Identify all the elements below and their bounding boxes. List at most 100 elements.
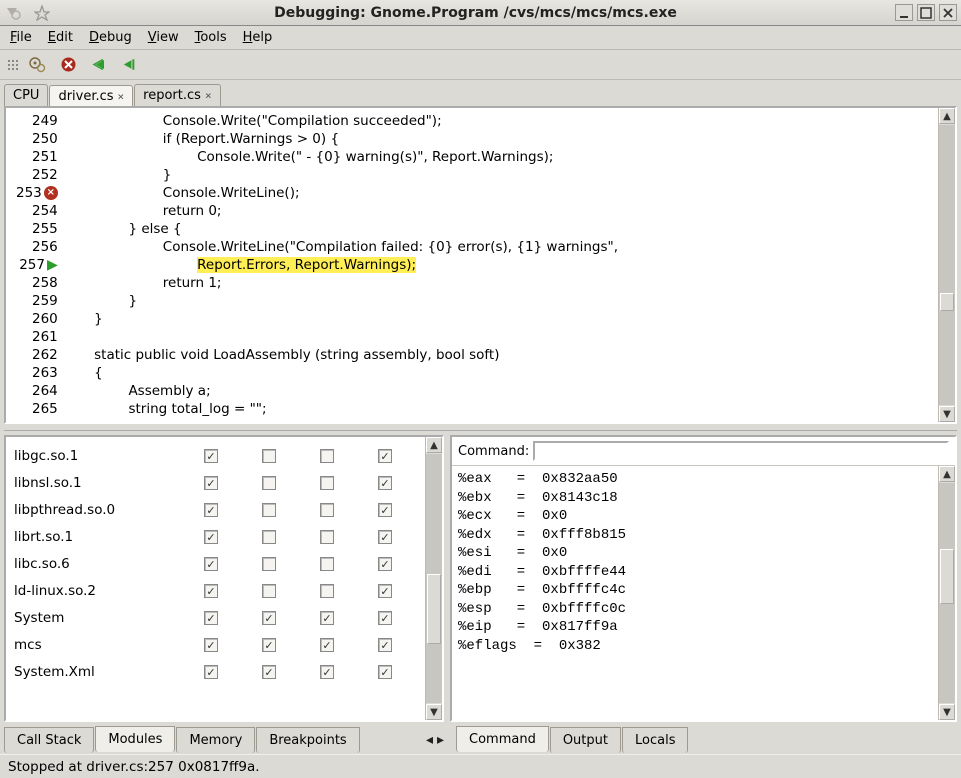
- tab-driver-cs[interactable]: driver.cs×: [49, 85, 133, 107]
- checkbox[interactable]: [262, 530, 276, 544]
- app-menu-icon[interactable]: [4, 4, 24, 22]
- checkbox[interactable]: ✓: [204, 530, 218, 544]
- scroll-down-icon[interactable]: ▼: [939, 704, 955, 720]
- checkbox[interactable]: ✓: [262, 611, 276, 625]
- editor-scrollbar[interactable]: ▲ ▼: [938, 108, 955, 422]
- sticky-icon[interactable]: [32, 4, 52, 22]
- chevron-right-icon[interactable]: ▸: [435, 732, 446, 748]
- checkbox[interactable]: [262, 503, 276, 517]
- tab-scroll-nav[interactable]: ◂▸: [424, 732, 450, 748]
- code-line[interactable]: } else {: [60, 220, 955, 238]
- checkbox[interactable]: ✓: [378, 638, 392, 652]
- checkbox[interactable]: ✓: [204, 584, 218, 598]
- code-line[interactable]: static public void LoadAssembly (string …: [60, 346, 955, 364]
- toolbar-grip[interactable]: [8, 54, 18, 76]
- menu-help[interactable]: Help: [243, 30, 273, 45]
- table-row[interactable]: libc.so.6✓✓: [6, 551, 425, 578]
- checkbox[interactable]: [320, 476, 334, 490]
- tab-output[interactable]: Output: [550, 727, 621, 753]
- code-line[interactable]: Report.Errors, Report.Warnings);: [60, 256, 955, 274]
- chevron-left-icon[interactable]: ◂: [424, 732, 435, 748]
- table-row[interactable]: System✓✓✓✓: [6, 605, 425, 632]
- code-line[interactable]: }: [60, 292, 955, 310]
- close-button[interactable]: [939, 4, 957, 21]
- checkbox[interactable]: ✓: [378, 665, 392, 679]
- tab-locals[interactable]: Locals: [622, 727, 688, 753]
- table-row[interactable]: System.Xml✓✓✓✓: [6, 659, 425, 686]
- checkbox[interactable]: ✓: [262, 638, 276, 652]
- table-row[interactable]: mcs✓✓✓✓: [6, 632, 425, 659]
- code-line[interactable]: }: [60, 166, 955, 184]
- code-editor[interactable]: 249250251252253×254255256257▶25825926026…: [4, 106, 957, 424]
- checkbox[interactable]: [320, 503, 334, 517]
- command-scrollbar[interactable]: ▲ ▼: [938, 466, 955, 720]
- code-line[interactable]: Assembly a;: [60, 382, 955, 400]
- checkbox[interactable]: ✓: [378, 449, 392, 463]
- checkbox[interactable]: ✓: [320, 611, 334, 625]
- code-line[interactable]: return 0;: [60, 202, 955, 220]
- modules-scrollbar[interactable]: ▲ ▼: [425, 437, 442, 720]
- table-row[interactable]: libpthread.so.0✓✓: [6, 497, 425, 524]
- table-row[interactable]: librt.so.1✓✓: [6, 524, 425, 551]
- checkbox[interactable]: ✓: [262, 665, 276, 679]
- close-icon[interactable]: ×: [205, 89, 212, 102]
- checkbox[interactable]: [320, 584, 334, 598]
- checkbox[interactable]: [320, 557, 334, 571]
- step-into-icon[interactable]: [88, 53, 111, 76]
- checkbox[interactable]: ✓: [204, 557, 218, 571]
- checkbox[interactable]: ✓: [204, 665, 218, 679]
- code-line[interactable]: return 1;: [60, 274, 955, 292]
- menu-debug[interactable]: Debug: [89, 30, 132, 45]
- close-icon[interactable]: ×: [118, 90, 125, 103]
- checkbox[interactable]: [262, 584, 276, 598]
- scroll-up-icon[interactable]: ▲: [426, 437, 442, 453]
- scroll-up-icon[interactable]: ▲: [939, 466, 955, 482]
- breakpoint-icon[interactable]: ×: [44, 186, 58, 200]
- menu-file[interactable]: File: [10, 30, 32, 45]
- tab-memory[interactable]: Memory: [176, 727, 255, 753]
- tab-modules[interactable]: Modules: [95, 726, 175, 752]
- checkbox[interactable]: ✓: [378, 584, 392, 598]
- menu-tools[interactable]: Tools: [195, 30, 227, 45]
- table-row[interactable]: libnsl.so.1✓✓: [6, 470, 425, 497]
- checkbox[interactable]: ✓: [204, 476, 218, 490]
- tab-cpu[interactable]: CPU: [4, 84, 48, 106]
- checkbox[interactable]: ✓: [378, 557, 392, 571]
- checkbox[interactable]: ✓: [378, 611, 392, 625]
- checkbox[interactable]: [320, 530, 334, 544]
- code-line[interactable]: if (Report.Warnings > 0) {: [60, 130, 955, 148]
- checkbox[interactable]: ✓: [378, 530, 392, 544]
- checkbox[interactable]: ✓: [320, 665, 334, 679]
- checkbox[interactable]: ✓: [204, 503, 218, 517]
- checkbox[interactable]: ✓: [378, 503, 392, 517]
- tab-report-cs[interactable]: report.cs×: [134, 84, 220, 106]
- code-line[interactable]: Console.Write("Compilation succeeded");: [60, 112, 955, 130]
- command-input[interactable]: [533, 441, 949, 461]
- checkbox[interactable]: ✓: [320, 638, 334, 652]
- step-over-icon[interactable]: [119, 53, 142, 76]
- scroll-up-icon[interactable]: ▲: [939, 108, 955, 124]
- table-row[interactable]: libgc.so.1✓✓: [6, 443, 425, 470]
- checkbox[interactable]: ✓: [204, 638, 218, 652]
- maximize-button[interactable]: [917, 4, 935, 21]
- scroll-down-icon[interactable]: ▼: [939, 406, 955, 422]
- code-line[interactable]: }: [60, 310, 955, 328]
- checkbox[interactable]: ✓: [204, 449, 218, 463]
- tab-command[interactable]: Command: [456, 726, 549, 752]
- menu-view[interactable]: View: [148, 30, 179, 45]
- checkbox[interactable]: ✓: [378, 476, 392, 490]
- checkbox[interactable]: [262, 476, 276, 490]
- code-line[interactable]: Console.WriteLine("Compilation failed: {…: [60, 238, 955, 256]
- checkbox[interactable]: [262, 449, 276, 463]
- menu-edit[interactable]: Edit: [48, 30, 73, 45]
- minimize-button[interactable]: [895, 4, 913, 21]
- code-line[interactable]: Console.WriteLine();: [60, 184, 955, 202]
- code-line[interactable]: Console.Write(" - {0} warning(s)", Repor…: [60, 148, 955, 166]
- tab-breakpoints[interactable]: Breakpoints: [256, 727, 359, 753]
- scroll-down-icon[interactable]: ▼: [426, 704, 442, 720]
- code-line[interactable]: [60, 328, 955, 346]
- checkbox[interactable]: ✓: [204, 611, 218, 625]
- stop-icon[interactable]: [57, 53, 80, 76]
- checkbox[interactable]: [262, 557, 276, 571]
- code-line[interactable]: string total_log = "";: [60, 400, 955, 418]
